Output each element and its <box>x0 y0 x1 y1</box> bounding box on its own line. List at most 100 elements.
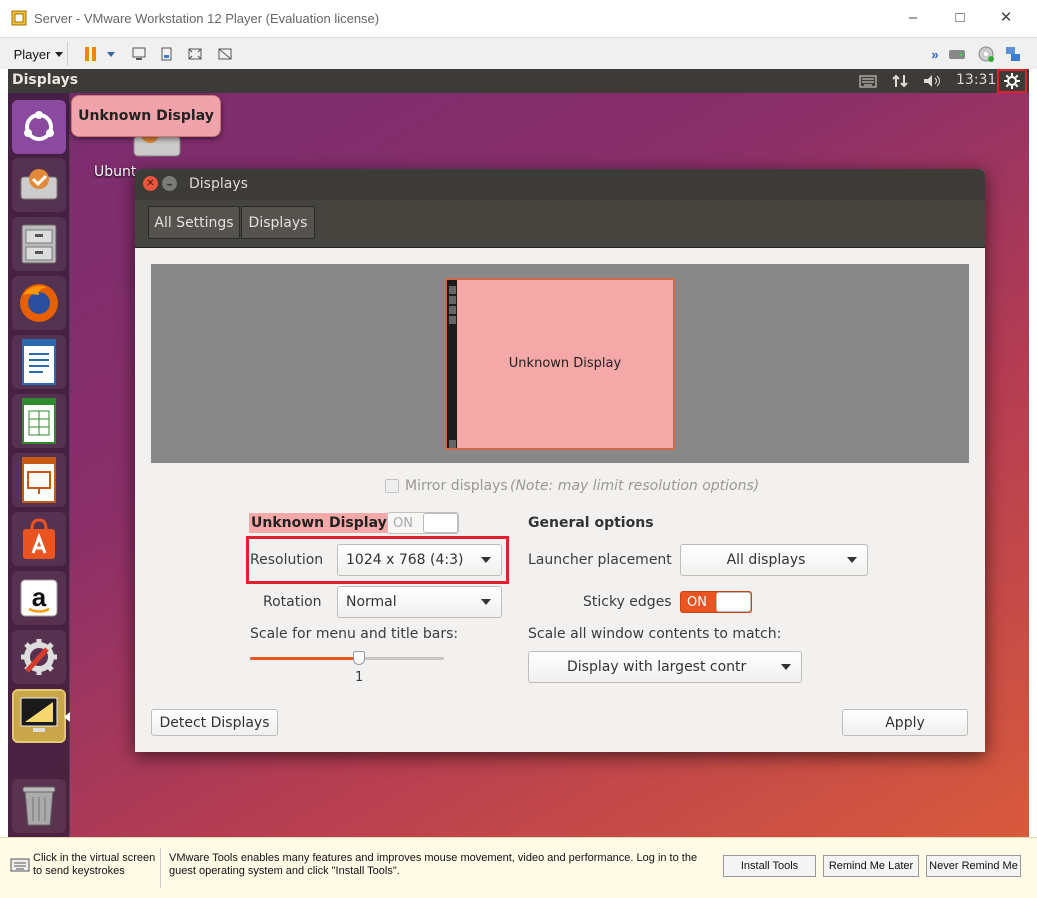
nav-all-settings[interactable]: All Settings <box>148 206 240 239</box>
network-icon <box>1006 47 1020 61</box>
keyboard-icon[interactable] <box>859 73 877 93</box>
window-title: Server - VMware Workstation 12 Player (E… <box>34 11 380 26</box>
pause-button[interactable] <box>80 42 102 66</box>
desktop-icon-label[interactable]: Ubunt <box>94 164 136 180</box>
chevron-down-icon <box>55 51 64 57</box>
scale-all-select[interactable]: Display with largest contr <box>528 651 802 683</box>
apply-button[interactable]: Apply <box>842 709 968 736</box>
launcher: a <box>2 93 70 837</box>
running-indicator-icon <box>2 712 8 722</box>
clock[interactable]: 13:31 <box>956 72 996 88</box>
chevron-down-icon <box>847 557 857 563</box>
display-toggle-text: ON <box>393 515 413 531</box>
focused-indicator-icon <box>64 712 70 722</box>
nav-displays[interactable]: Displays <box>241 206 315 239</box>
sticky-edges-toggle[interactable]: ON <box>680 591 752 613</box>
device-icon <box>161 47 172 61</box>
scale-slider-track[interactable] <box>250 651 444 665</box>
monitor-launcher-strip <box>447 280 457 448</box>
rotation-value: Normal <box>346 594 397 610</box>
ubuntu-logo-icon <box>24 111 54 141</box>
minimize-icon[interactable]: – <box>162 176 177 191</box>
network-adapter-button[interactable] <box>1002 42 1024 66</box>
launcher-software-center[interactable] <box>12 512 66 566</box>
launcher-impress[interactable] <box>12 453 66 507</box>
toggle-knob <box>423 513 458 533</box>
install-tools-button[interactable]: Install Tools <box>723 855 816 877</box>
removable-devices-button[interactable] <box>156 42 178 66</box>
launcher-software-updater[interactable] <box>12 158 66 212</box>
launcher-system-settings[interactable] <box>12 630 66 684</box>
player-menu-label: Player <box>13 46 51 62</box>
hard-disk-button[interactable] <box>946 42 968 66</box>
close-button[interactable]: ✕ <box>991 5 1021 31</box>
display-name-label: Unknown Display <box>249 513 389 533</box>
send-ctrl-alt-del-button[interactable] <box>128 42 150 66</box>
chevron-down-icon <box>781 664 791 670</box>
detect-displays-button[interactable]: Detect Displays <box>151 709 278 736</box>
strip-dot <box>449 296 456 304</box>
network-arrows-icon[interactable] <box>891 73 909 93</box>
dialog-titlebar: ✕ – Displays <box>135 169 985 200</box>
launcher-placement-select[interactable]: All displays <box>680 544 868 576</box>
active-app-name: Displays <box>12 72 79 88</box>
double-chevron-right-icon: » <box>931 46 939 62</box>
resolution-select[interactable]: 1024 x 768 (4:3) <box>337 544 502 576</box>
launcher-trash[interactable] <box>12 779 66 833</box>
calc-spreadsheet-icon <box>22 398 56 444</box>
remind-later-button[interactable]: Remind Me Later <box>823 855 919 877</box>
monitor-preview[interactable]: Unknown Display <box>445 278 675 450</box>
unity-mode-button[interactable] <box>214 42 236 66</box>
strip-dot <box>449 440 456 448</box>
launcher-files[interactable] <box>12 217 66 271</box>
display-power-toggle[interactable]: ON <box>387 512 459 534</box>
chevron-down-icon <box>107 51 115 57</box>
display-arrangement-preview: Unknown Display <box>151 264 969 463</box>
never-remind-button[interactable]: Never Remind Me <box>926 855 1021 877</box>
rotation-select[interactable]: Normal <box>337 586 502 618</box>
ubuntu-top-panel: Displays 13:31 <box>8 69 1029 93</box>
writer-document-icon <box>22 339 56 385</box>
strip-dot <box>449 286 456 294</box>
firefox-icon <box>20 284 58 322</box>
cd-dvd-button[interactable] <box>975 42 997 66</box>
vmware-titlebar: Server - VMware Workstation 12 Player (E… <box>0 0 1037 37</box>
more-devices-button[interactable]: » <box>927 42 943 66</box>
mirror-label: Mirror displays <box>405 478 508 494</box>
resolution-value: 1024 x 768 (4:3) <box>346 552 464 568</box>
strip-dot <box>449 316 456 324</box>
pause-dropdown-button[interactable] <box>103 42 119 66</box>
unity-icon <box>218 48 232 60</box>
rotation-label: Rotation <box>263 594 322 610</box>
system-menu-gear-icon[interactable] <box>997 69 1027 93</box>
maximize-button[interactable]: □ <box>945 5 975 31</box>
volume-icon[interactable] <box>922 73 944 93</box>
resolution-label: Resolution <box>250 552 324 568</box>
mirror-checkbox[interactable] <box>385 479 399 493</box>
launcher-firefox[interactable] <box>12 276 66 330</box>
launcher-placement-value: All displays <box>726 552 806 568</box>
software-updater-icon <box>20 169 58 200</box>
divider <box>160 848 161 888</box>
impress-presentation-icon <box>22 457 56 503</box>
launcher-calc[interactable] <box>12 394 66 448</box>
player-menu-button[interactable]: Player <box>10 42 68 66</box>
computer-icon <box>132 47 146 60</box>
minimize-button[interactable]: – <box>898 5 928 31</box>
vmware-app-icon <box>11 10 27 26</box>
hard-disk-icon <box>949 50 965 59</box>
launcher-dash-button[interactable] <box>12 100 66 154</box>
mirror-note: (Note: may limit resolution options) <box>510 478 760 494</box>
close-icon[interactable]: ✕ <box>143 176 158 191</box>
displays-dialog: ✕ – Displays All Settings Displays Unkno… <box>135 169 985 752</box>
launcher-writer[interactable] <box>12 335 66 389</box>
tools-message: VMware Tools enables many features and i… <box>169 852 698 877</box>
dialog-title: Displays <box>189 176 248 192</box>
fit-guest-button[interactable] <box>184 42 206 66</box>
launcher-amazon[interactable]: a <box>12 571 66 625</box>
monitor-label: Unknown Display <box>508 356 622 371</box>
scale-slider-handle[interactable] <box>353 651 365 665</box>
launcher-displays-active[interactable] <box>12 689 66 743</box>
trash-icon <box>22 786 56 826</box>
scale-label: Scale for menu and title bars: <box>250 626 459 642</box>
